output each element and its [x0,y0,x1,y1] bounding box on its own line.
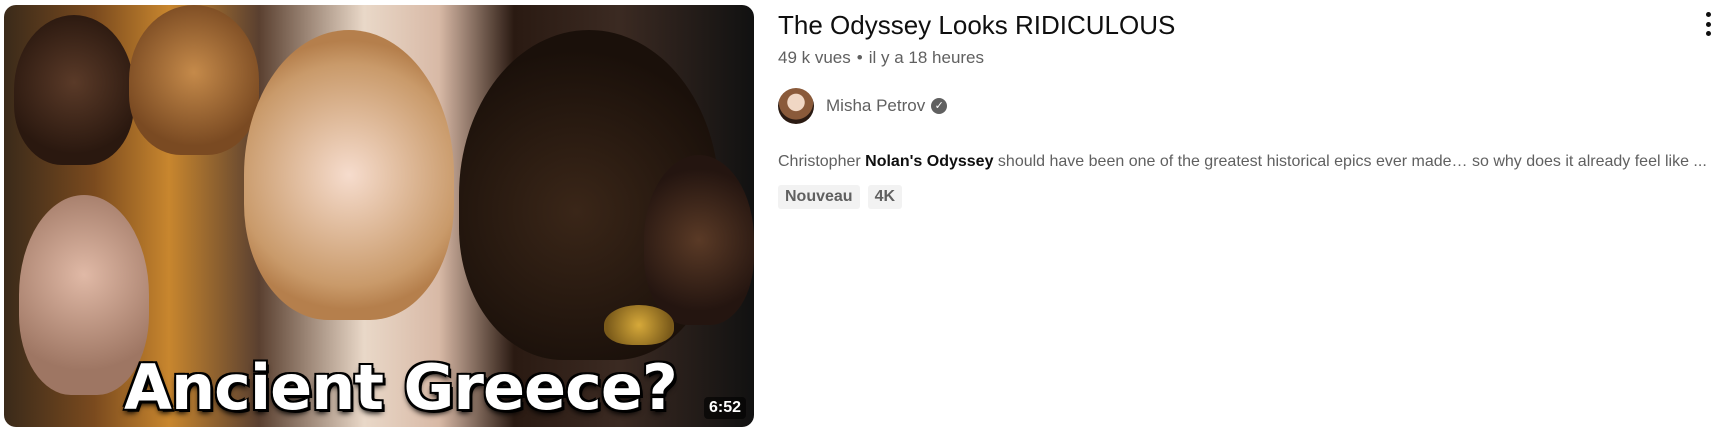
video-stats: 49 k vues • il y a 18 heures [778,46,1698,70]
badge-row: Nouveau 4K [778,185,1698,209]
new-badge: Nouveau [778,185,860,209]
video-thumbnail[interactable]: Ancient Greece? 6:52 [4,5,754,427]
separator: • [856,48,863,67]
thumbnail-person [644,155,754,325]
description-text: Christopher [778,153,866,170]
4k-badge: 4K [867,185,903,209]
video-meta: The Odyssey Looks RIDICULOUS 49 k vues • i… [778,8,1707,209]
thumbnail-person [244,30,454,320]
view-count: 49 k vues [778,48,851,67]
more-vertical-icon[interactable] [1703,12,1713,36]
avatar[interactable] [778,88,814,124]
thumbnail-person [14,15,134,165]
description-highlight: Nolan's Odyssey [865,153,994,170]
thumbnail-text: Ancient Greece? [124,351,678,424]
video-title[interactable]: The Odyssey Looks RIDICULOUS [778,8,1698,42]
channel-info[interactable]: Misha Petrov ✓ [778,86,1698,126]
verified-check-icon: ✓ [931,98,948,114]
channel-name[interactable]: Misha Petrov [826,96,925,116]
description-text: should have been one of the greatest his… [993,153,1707,170]
video-duration-badge: 6:52 [703,397,746,419]
video-description[interactable]: Christopher Nolan's Odyssey should have … [778,148,1715,175]
upload-age: il y a 18 heures [868,48,985,67]
thumbnail-person [129,5,259,155]
thumbnail-person [604,305,674,345]
